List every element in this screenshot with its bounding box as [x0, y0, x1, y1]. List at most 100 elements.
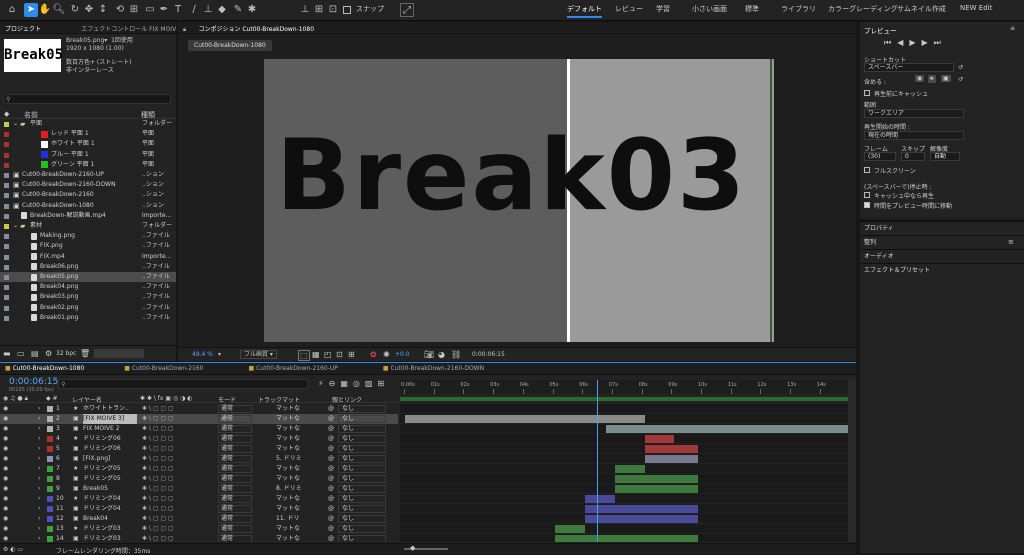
mode-dropdown[interactable]: 通常	[218, 405, 252, 413]
trackmatte-dropdown[interactable]: マットな	[276, 444, 318, 454]
exposure-value[interactable]: +0.0	[395, 351, 410, 358]
label-swatch[interactable]	[47, 456, 53, 462]
layer-switches[interactable]: ✱ \ ▢ ▢ ▢	[142, 504, 174, 514]
cache-before-checkbox[interactable]	[864, 90, 870, 96]
layer-duration-bar[interactable]	[404, 415, 645, 423]
parent-dropdown[interactable]: なし	[338, 405, 386, 413]
label-swatch[interactable]	[4, 162, 9, 168]
trackmatte-dropdown[interactable]: マットな	[276, 504, 318, 514]
layer-name[interactable]: [FIX.png]	[83, 454, 137, 464]
timeline-search-input[interactable]: ⚲	[58, 379, 308, 389]
menu-icon[interactable]: ≡	[1010, 25, 1015, 32]
label-swatch[interactable]	[47, 446, 53, 452]
trackmatte-dropdown[interactable]: マットな	[276, 464, 318, 474]
pickwhip-icon[interactable]: @	[328, 464, 334, 474]
parent-dropdown[interactable]: なし	[338, 525, 386, 533]
pickwhip-icon[interactable]: @	[328, 524, 334, 534]
pickwhip-icon[interactable]: @	[328, 494, 334, 504]
parent-dropdown[interactable]: なし	[338, 475, 386, 483]
project-item[interactable]: ▣ Cut00-BreakDown-2160 ..ション	[0, 190, 176, 200]
mode-dropdown[interactable]: 通常	[218, 515, 252, 523]
layer-name[interactable]: [FIX MOIVE 3]	[83, 414, 137, 424]
parent-dropdown[interactable]: なし	[338, 495, 386, 503]
snap-options-icon[interactable]: ⤢	[400, 3, 414, 17]
section-audio[interactable]: オーディオ	[860, 249, 1024, 263]
expand-arrow-icon[interactable]: ›	[38, 464, 40, 474]
label-swatch[interactable]	[4, 244, 9, 250]
range-dropdown[interactable]: ワークエリア	[864, 109, 964, 118]
layer-name[interactable]: Break04	[83, 514, 137, 524]
eye-icon[interactable]: ◉	[3, 494, 8, 504]
tab-project[interactable]: プロジェクト	[0, 22, 46, 33]
shy-icon[interactable]: ⊖	[329, 379, 341, 388]
workspace-tab[interactable]: 小さい画面	[692, 4, 727, 14]
parent-dropdown[interactable]: なし	[338, 485, 386, 493]
workspace-tab[interactable]: カラーグレーディング	[828, 4, 898, 14]
workspace-tab[interactable]: ライブラリ	[781, 4, 816, 14]
trackmatte-dropdown[interactable]: マットな	[276, 414, 318, 424]
parent-header[interactable]: 親とリンク	[332, 395, 362, 404]
expand-arrow-icon[interactable]: ›	[38, 444, 40, 454]
project-item[interactable]: ブルー 平面 1 平面	[0, 150, 176, 160]
timeline-scrollbar[interactable]	[848, 380, 856, 542]
label-swatch[interactable]	[4, 224, 9, 229]
label-swatch[interactable]	[47, 506, 53, 512]
layer-row[interactable]: ◉ › 14 ▣ ドリミング03 ✱ \ ▢ ▢ ▢ 通常 マットな @ なし	[0, 534, 398, 542]
label-swatch[interactable]	[47, 516, 53, 522]
dolly-tool-icon[interactable]: ↕	[96, 3, 110, 17]
selection-tool-icon[interactable]: ➤	[24, 3, 38, 17]
layer-switches[interactable]: ✱ \ ▢ ▢ ▢	[142, 534, 174, 542]
trash-icon[interactable]: 🗑︎	[80, 349, 90, 358]
label-swatch[interactable]	[4, 315, 9, 321]
eye-icon[interactable]: ◉	[3, 524, 8, 534]
exposure-icon[interactable]: ✺	[383, 350, 390, 359]
new-comp-icon[interactable]: ▤	[31, 349, 39, 358]
label-swatch[interactable]	[47, 466, 53, 472]
workspace-tab[interactable]: NEW Edit	[960, 4, 992, 12]
timeline-timecode[interactable]: 0:00:06:15	[9, 377, 58, 387]
roto-brush-tool-icon[interactable]: ✎	[231, 3, 245, 17]
pan-tool-icon[interactable]: ✥	[82, 3, 96, 17]
expand-arrow-icon[interactable]: ›	[38, 504, 40, 514]
layer-name-header[interactable]: レイヤー名	[72, 395, 102, 404]
layer-row[interactable]: ◉ › 8 ▣ ドリミング05 ✱ \ ▢ ▢ ▢ 通常 マットな @ なし	[0, 474, 398, 484]
label-swatch[interactable]	[4, 152, 9, 158]
layer-name[interactable]: FIX MOIVE 2	[83, 424, 137, 434]
trackmatte-dropdown[interactable]: マットな	[276, 404, 318, 414]
eye-icon[interactable]: ◉	[3, 454, 8, 464]
layer-switches[interactable]: ✱ \ ▢ ▢ ▢	[142, 414, 174, 424]
chevron-down-icon[interactable]: ⌄	[13, 221, 18, 231]
project-item[interactable]: Break04.png ..ファイル	[0, 282, 176, 292]
trackmatte-dropdown[interactable]: 8. ドリミ	[276, 484, 318, 494]
workspace-tab[interactable]: 標準	[745, 4, 759, 14]
frame-blend-icon[interactable]: ▦	[340, 379, 353, 388]
layer-row[interactable]: ◉ › 1 ★ ホワイトトラン.. ✱ \ ▢ ▢ ▢ 通常 マットな @ なし	[0, 404, 398, 414]
label-swatch[interactable]	[47, 406, 53, 412]
label-swatch[interactable]	[47, 486, 53, 492]
eye-icon[interactable]: ◉	[3, 404, 8, 414]
graph-editor-icon[interactable]: ▨	[365, 379, 378, 388]
pickwhip-icon[interactable]: @	[328, 514, 334, 524]
mode-dropdown[interactable]: 通常	[218, 475, 252, 483]
frame-dropdown[interactable]: (30)	[864, 152, 896, 161]
audio-toggle-icon[interactable]: 🔊︎	[928, 75, 936, 83]
project-item[interactable]: Break03.png ..ファイル	[0, 292, 176, 302]
first-frame-icon[interactable]: ⏮	[884, 38, 897, 47]
project-item[interactable]: レッド 平面 1 平面	[0, 129, 176, 139]
layer-switches[interactable]: ✱ \ ▢ ▢ ▢	[142, 434, 174, 444]
layer-switches[interactable]: ✱ \ ▢ ▢ ▢	[142, 514, 174, 524]
label-swatch[interactable]	[4, 213, 9, 219]
layer-duration-bar[interactable]	[585, 505, 699, 513]
layer-switches[interactable]: ✱ \ ▢ ▢ ▢	[142, 494, 174, 504]
project-item[interactable]: BreakDown-解説動画.mp4 Importe...	[0, 211, 176, 221]
project-item[interactable]: Making.png ..ファイル	[0, 231, 176, 241]
layer-row[interactable]: ◉ › 9 ▣ Break05 ✱ \ ▢ ▢ ▢ 通常 8. ドリミ @ なし	[0, 484, 398, 494]
layer-duration-bar[interactable]	[644, 455, 699, 463]
label-swatch[interactable]	[47, 426, 53, 432]
label-swatch[interactable]	[4, 142, 9, 148]
mode-dropdown[interactable]: 通常	[218, 425, 252, 433]
anchor-tool-icon[interactable]: ⊞	[127, 3, 141, 17]
layer-name[interactable]: ドリミング05	[83, 464, 137, 474]
layer-name[interactable]: ドリミング03	[83, 524, 137, 534]
label-swatch[interactable]	[47, 436, 53, 442]
